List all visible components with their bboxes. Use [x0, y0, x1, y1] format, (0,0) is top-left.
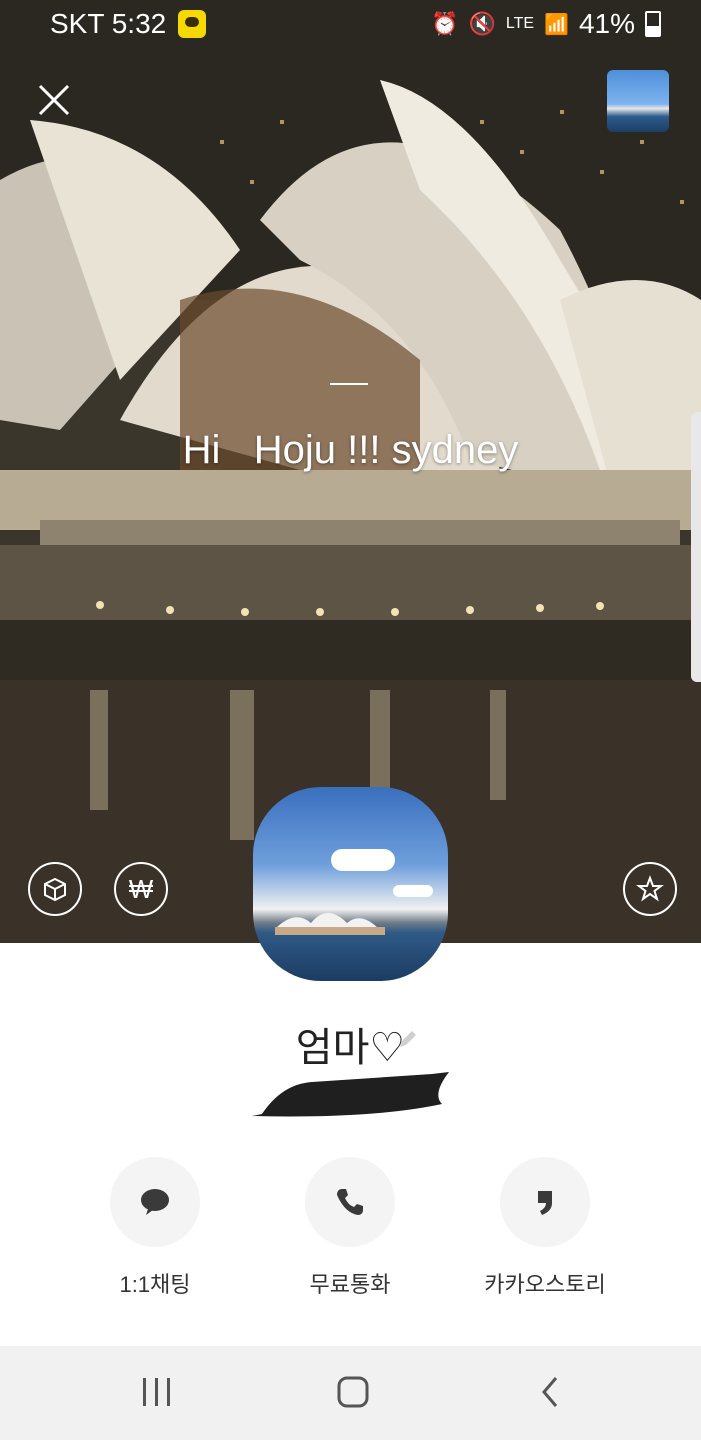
action-chat[interactable]: 1:1채팅	[110, 1157, 200, 1297]
close-icon	[38, 84, 70, 116]
home-button[interactable]	[335, 1374, 371, 1410]
network-label: LTE	[505, 15, 535, 32]
opera-house-graphic	[275, 913, 385, 935]
action-kakaostory[interactable]: 카카오스토리	[484, 1157, 606, 1297]
status-bar: SKT 5:32 ⏰ 🔇 LTE 📶 41%	[0, 0, 701, 50]
cover-thumbnail[interactable]	[607, 70, 669, 132]
kakaostory-label: 카카오스토리	[484, 1272, 606, 1297]
kakaostory-icon	[538, 1191, 552, 1215]
edit-pencil-icon[interactable]	[396, 1027, 420, 1051]
won-icon: ₩	[128, 873, 154, 904]
call-label: 무료통화	[309, 1272, 391, 1297]
kakaotalk-notification-icon	[178, 10, 207, 38]
cloud	[331, 849, 395, 871]
kakaostory-button[interactable]	[500, 1157, 590, 1247]
gift-icon	[44, 877, 66, 902]
recent-apps-button[interactable]	[140, 1374, 174, 1410]
action-call[interactable]: 무료통화	[305, 1157, 395, 1297]
chat-label: 1:1채팅	[119, 1272, 191, 1297]
mute-icon: 🔇	[468, 11, 496, 36]
favorite-button[interactable]	[623, 862, 677, 916]
back-button[interactable]	[536, 1374, 564, 1410]
battery-icon	[645, 11, 661, 37]
cloud	[393, 885, 433, 897]
chat-bubble-icon	[141, 1189, 169, 1215]
profile-picture[interactable]	[253, 787, 448, 981]
phone-icon	[337, 1189, 363, 1215]
call-button[interactable]	[305, 1157, 395, 1247]
alarm-icon: ⏰	[431, 11, 459, 36]
scroll-handle[interactable]	[691, 412, 701, 682]
battery-percent: 41%	[578, 8, 635, 39]
status-message: Hi Hoju !!! sydney	[182, 428, 519, 472]
status-right: ⏰ 🔇 LTE 📶 41%	[431, 8, 661, 40]
gift-button[interactable]	[28, 862, 82, 916]
star-icon	[636, 875, 664, 902]
kakaopay-button[interactable]: ₩	[114, 862, 168, 916]
redacted-info	[252, 1072, 449, 1117]
carrier-time: SKT 5:32	[50, 8, 167, 39]
status-left: SKT 5:32	[50, 8, 207, 40]
chat-button[interactable]	[110, 1157, 200, 1247]
status-divider	[330, 383, 368, 385]
signal-icon: 📶	[544, 13, 569, 36]
close-button[interactable]	[34, 80, 74, 120]
